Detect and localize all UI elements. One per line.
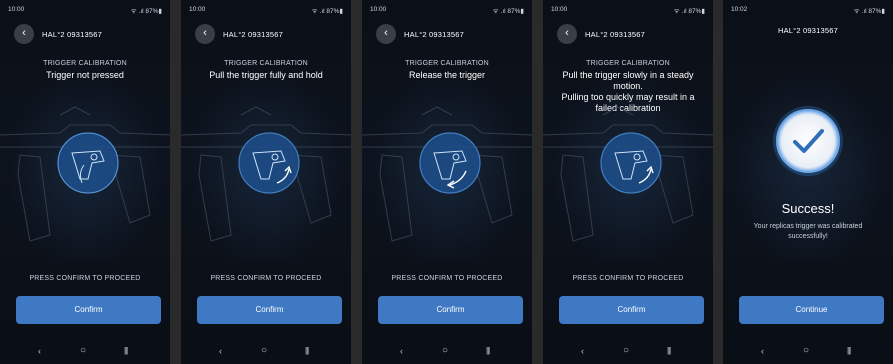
confirm-button[interactable]: Confirm <box>559 296 704 324</box>
status-icons: ᯤ .ıl 87%▮ <box>492 8 524 15</box>
system-nav-bar: ‹ ○ ||| <box>362 345 532 360</box>
nav-home-icon[interactable]: ○ <box>803 345 809 356</box>
nav-back-icon[interactable]: ‹ <box>581 346 584 356</box>
calibration-label: TRIGGER CALIBRATION <box>586 60 670 67</box>
nav-recent-icon[interactable]: ||| <box>847 346 851 355</box>
device-title: HAL°2 09313567 <box>777 26 838 35</box>
status-icons: ᯤ .ıl 87%▮ <box>311 8 343 15</box>
proceed-text: PRESS CONFIRM TO PROCEED <box>572 275 684 282</box>
device-title: HAL°2 09313567 <box>585 30 646 39</box>
nav-recent-icon[interactable]: ||| <box>305 346 309 355</box>
screens-row: 10:00 ᯤ .ıl 87%▮ ‹ HAL°2 09313567 TRIGGE… <box>0 0 893 364</box>
device-title: HAL°2 09313567 <box>223 30 284 39</box>
nav-recent-icon[interactable]: ||| <box>124 346 128 355</box>
device-title: HAL°2 09313567 <box>42 30 103 39</box>
nav-recent-icon[interactable]: ||| <box>486 346 490 355</box>
rifle-trigger-illustration <box>0 106 170 242</box>
system-nav-bar: ‹ ○ ||| <box>543 345 713 360</box>
nav-back-icon[interactable]: ‹ <box>761 346 764 356</box>
status-bar: 10:02 ᯤ .ıl 87%▮ <box>731 6 885 16</box>
nav-recent-icon[interactable]: ||| <box>667 346 671 355</box>
status-bar: 10:00 ᯤ .ıl 87%▮ <box>370 6 524 16</box>
nav-home-icon[interactable]: ○ <box>623 345 629 356</box>
proceed-text: PRESS CONFIRM TO PROCEED <box>210 275 322 282</box>
status-time: 10:00 <box>551 6 568 13</box>
chevron-left-icon: ‹ <box>384 27 388 39</box>
nav-back-icon[interactable]: ‹ <box>400 346 403 356</box>
chevron-left-icon: ‹ <box>565 27 569 39</box>
status-time: 10:00 <box>8 6 25 13</box>
system-nav-bar: ‹ ○ ||| <box>0 345 170 360</box>
phone-screen-5: 10:02 ᯤ .ıl 87%▮ HAL°2 09313567 Success!… <box>723 0 893 364</box>
status-time: 10:00 <box>370 6 387 13</box>
nav-back-icon[interactable]: ‹ <box>38 346 41 356</box>
chevron-left-icon: ‹ <box>22 27 26 39</box>
calibration-label: TRIGGER CALIBRATION <box>405 60 489 67</box>
back-button[interactable]: ‹ <box>376 24 396 44</box>
device-title: HAL°2 09313567 <box>404 30 465 39</box>
nav-home-icon[interactable]: ○ <box>261 345 267 356</box>
confirm-button[interactable]: Confirm <box>197 296 342 324</box>
phone-screen-3: 10:00 ᯤ .ıl 87%▮ ‹ HAL°2 09313567 TRIGGE… <box>362 0 532 364</box>
chevron-left-icon: ‹ <box>203 27 207 39</box>
back-button[interactable]: ‹ <box>14 24 34 44</box>
rifle-trigger-illustration <box>181 106 351 242</box>
instruction-text: Release the trigger <box>408 70 486 80</box>
success-title: Success! <box>781 201 835 216</box>
back-button[interactable]: ‹ <box>195 24 215 44</box>
system-nav-bar: ‹ ○ ||| <box>723 345 893 360</box>
instruction-text: Trigger not pressed <box>46 70 124 80</box>
success-message: Your replicas trigger was calibrated suc… <box>753 223 863 240</box>
rifle-trigger-illustration <box>543 106 713 242</box>
phone-screen-4: 10:00 ᯤ .ıl 87%▮ ‹ HAL°2 09313567 TRIGGE… <box>543 0 713 364</box>
status-bar: 10:00 ᯤ .ıl 87%▮ <box>8 6 162 16</box>
phone-screen-2: 10:00 ᯤ .ıl 87%▮ ‹ HAL°2 09313567 TRIGGE… <box>181 0 351 364</box>
status-icons: ᯤ .ıl 87%▮ <box>853 8 885 15</box>
proceed-text: PRESS CONFIRM TO PROCEED <box>391 275 503 282</box>
instruction-text: Pull the trigger fully and hold <box>209 70 323 80</box>
nav-home-icon[interactable]: ○ <box>80 345 86 356</box>
system-nav-bar: ‹ ○ ||| <box>181 345 351 360</box>
proceed-text: PRESS CONFIRM TO PROCEED <box>29 275 141 282</box>
confirm-button[interactable]: Confirm <box>378 296 523 324</box>
status-bar: 10:00 ᯤ .ıl 87%▮ <box>551 6 705 16</box>
nav-back-icon[interactable]: ‹ <box>219 346 222 356</box>
calibration-label: TRIGGER CALIBRATION <box>224 60 308 67</box>
status-bar: 10:00 ᯤ .ıl 87%▮ <box>189 6 343 16</box>
confirm-button[interactable]: Confirm <box>16 296 161 324</box>
continue-button[interactable]: Continue <box>739 296 884 324</box>
calibration-label: TRIGGER CALIBRATION <box>43 60 127 67</box>
nav-home-icon[interactable]: ○ <box>442 345 448 356</box>
back-button[interactable]: ‹ <box>557 24 577 44</box>
status-icons: ᯤ .ıl 87%▮ <box>130 8 162 15</box>
status-time: 10:00 <box>189 6 206 13</box>
success-check-icon <box>773 106 843 176</box>
rifle-trigger-illustration <box>362 106 532 242</box>
status-time: 10:02 <box>731 6 748 13</box>
phone-screen-1: 10:00 ᯤ .ıl 87%▮ ‹ HAL°2 09313567 TRIGGE… <box>0 0 170 364</box>
status-icons: ᯤ .ıl 87%▮ <box>673 8 705 15</box>
